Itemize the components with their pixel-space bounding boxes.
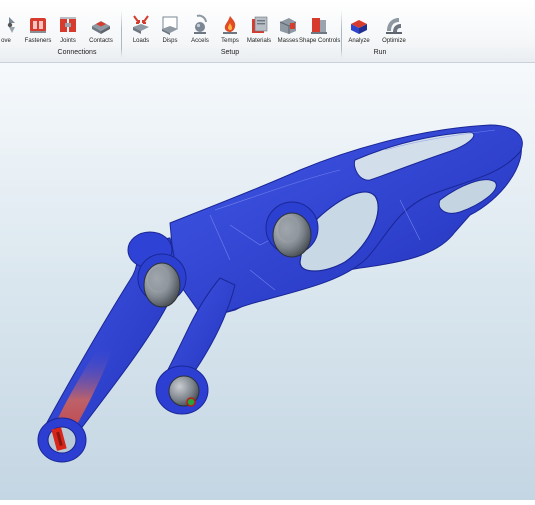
group-label-connections: Connections <box>57 49 97 56</box>
analyze-button[interactable]: Analyze <box>339 14 379 45</box>
contacts-icon <box>92 21 110 34</box>
optimize-button[interactable]: Optimize <box>374 14 414 45</box>
temps-icon <box>223 16 237 34</box>
loads-icon <box>133 15 149 34</box>
shape-controls-icon <box>311 18 327 34</box>
move-icon <box>7 17 15 33</box>
group-label-setup: Setup <box>220 49 240 56</box>
shape-controls-button[interactable]: Shape Controls <box>299 14 340 45</box>
analyze-icon <box>351 20 367 34</box>
contacts-button[interactable]: Contacts <box>81 14 121 45</box>
disps-icon <box>162 16 178 35</box>
accels-icon <box>194 14 207 34</box>
model-viewport[interactable] <box>0 63 535 500</box>
optimize-icon <box>386 18 402 34</box>
masses-icon <box>279 18 297 34</box>
ribbon-toolbar: ove Fasteners Joints Contacts Loads Disp… <box>0 0 535 63</box>
materials-icon <box>252 16 268 33</box>
fea-model <box>37 124 523 463</box>
joints-icon <box>60 17 76 32</box>
group-label-run: Run <box>373 49 387 56</box>
fasteners-icon <box>30 18 46 33</box>
